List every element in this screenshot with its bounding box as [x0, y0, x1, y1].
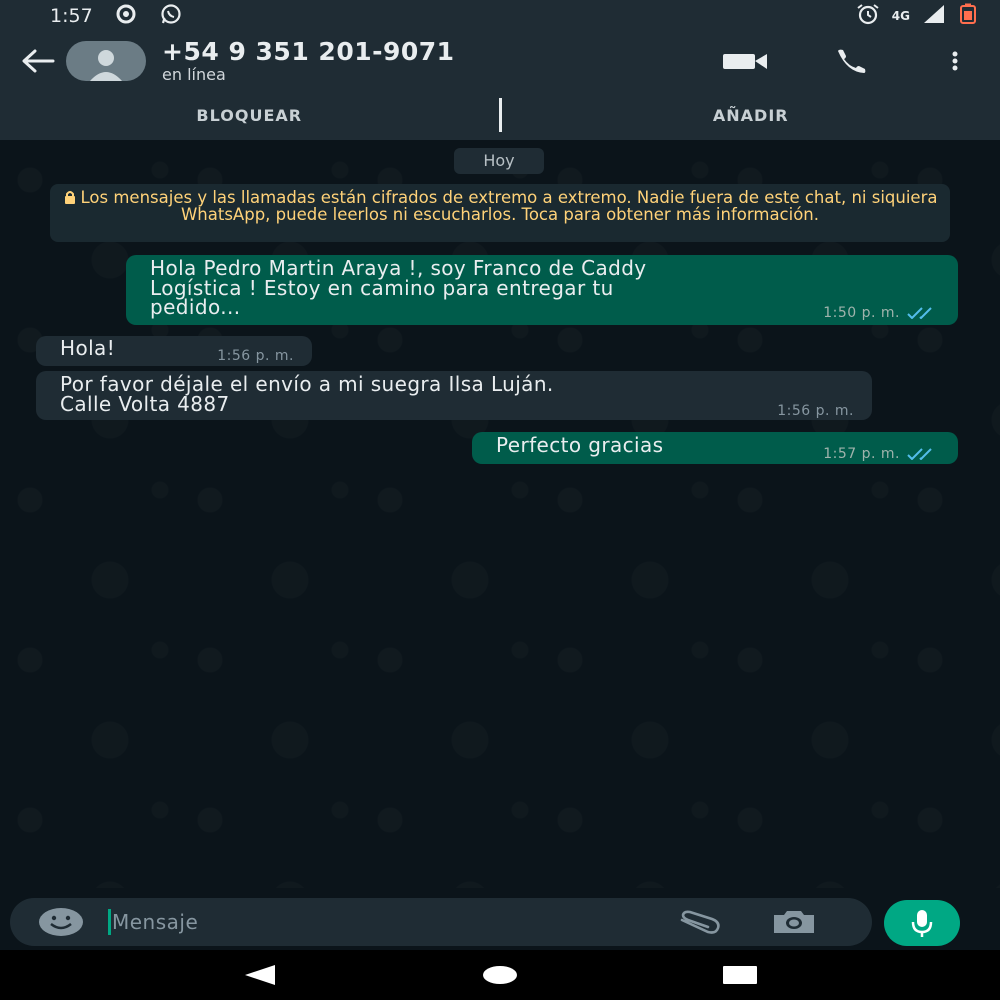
lock-icon — [64, 191, 75, 204]
text-cursor — [108, 909, 111, 935]
more-options-icon — [952, 51, 958, 71]
more-options-button[interactable] — [910, 32, 1000, 90]
message-bubble-outgoing[interactable]: Perfecto gracias 1:57 p. m. — [472, 432, 958, 464]
status-time: 1:57 — [50, 5, 93, 27]
read-ticks-icon — [907, 307, 932, 319]
chat-header: +54 9 351 201-9071 en línea — [0, 32, 1000, 90]
vpn-icon — [113, 4, 139, 29]
emoji-icon — [39, 908, 83, 936]
back-arrow-icon — [22, 49, 55, 73]
encryption-notice[interactable]: Los mensajes y las llamadas están cifrad… — [50, 184, 950, 242]
nav-back-button[interactable] — [230, 950, 290, 1000]
network-type: 4G — [891, 9, 910, 23]
camera-button[interactable] — [764, 898, 824, 946]
read-ticks-icon — [907, 448, 932, 460]
voice-call-icon — [838, 49, 866, 73]
chat-area[interactable]: Hoy Los mensajes y las llamadas están ci… — [0, 140, 1000, 888]
camera-icon — [774, 911, 814, 933]
voice-message-button[interactable] — [884, 900, 960, 946]
attach-button[interactable] — [672, 898, 732, 946]
date-chip: Hoy — [454, 148, 544, 174]
battery-icon — [958, 3, 978, 30]
nav-back-icon — [245, 965, 275, 985]
message-line: Logística ! Estoy en camino para entrega… — [150, 275, 614, 300]
message-time: 1:56 p. m. — [217, 348, 294, 364]
message-input[interactable] — [112, 910, 672, 934]
mic-icon — [911, 910, 933, 937]
unknown-contact-actions: BLOQUEAR AÑADIR — [0, 90, 1000, 140]
message-bubble-incoming[interactable]: Hola! 1:56 p. m. — [36, 336, 312, 366]
add-contact-button[interactable]: AÑADIR — [502, 106, 1000, 125]
message-line: Calle Volta 4887 — [60, 391, 230, 416]
message-bubble-outgoing[interactable]: Hola Pedro Martin Araya !, soy Franco de… — [126, 255, 958, 325]
status-bar: 1:57 4G — [0, 0, 1000, 32]
voice-call-button[interactable] — [800, 32, 910, 90]
attach-icon — [680, 910, 720, 934]
message-bubble-incoming[interactable]: Por favor déjale el envío a mi suegra Il… — [36, 371, 872, 420]
video-call-button[interactable] — [690, 32, 800, 90]
nav-home-icon — [483, 966, 517, 984]
whatsapp-icon — [159, 3, 183, 30]
back-button[interactable] — [10, 32, 66, 90]
video-call-icon — [723, 54, 767, 69]
signal-icon — [922, 4, 946, 29]
contact-name: +54 9 351 201-9071 — [162, 36, 455, 66]
system-navigation-bar — [0, 950, 1000, 1000]
nav-recents-icon — [723, 966, 757, 984]
block-button[interactable]: BLOQUEAR — [0, 106, 499, 125]
message-time: 1:57 p. m. — [823, 446, 900, 462]
contact-info[interactable]: +54 9 351 201-9071 en línea — [162, 36, 455, 84]
alarm-icon — [856, 3, 880, 30]
emoji-button[interactable] — [36, 898, 86, 946]
contact-status: en línea — [162, 64, 226, 84]
avatar[interactable] — [66, 41, 146, 81]
message-time: 1:56 p. m. — [777, 403, 854, 419]
nav-home-button[interactable] — [470, 950, 530, 1000]
encryption-notice-text: Los mensajes y las llamadas están cifrad… — [80, 188, 938, 224]
nav-recents-button[interactable] — [710, 950, 770, 1000]
message-time: 1:50 p. m. — [823, 305, 900, 321]
avatar-icon — [90, 50, 122, 81]
message-composer — [10, 898, 872, 946]
